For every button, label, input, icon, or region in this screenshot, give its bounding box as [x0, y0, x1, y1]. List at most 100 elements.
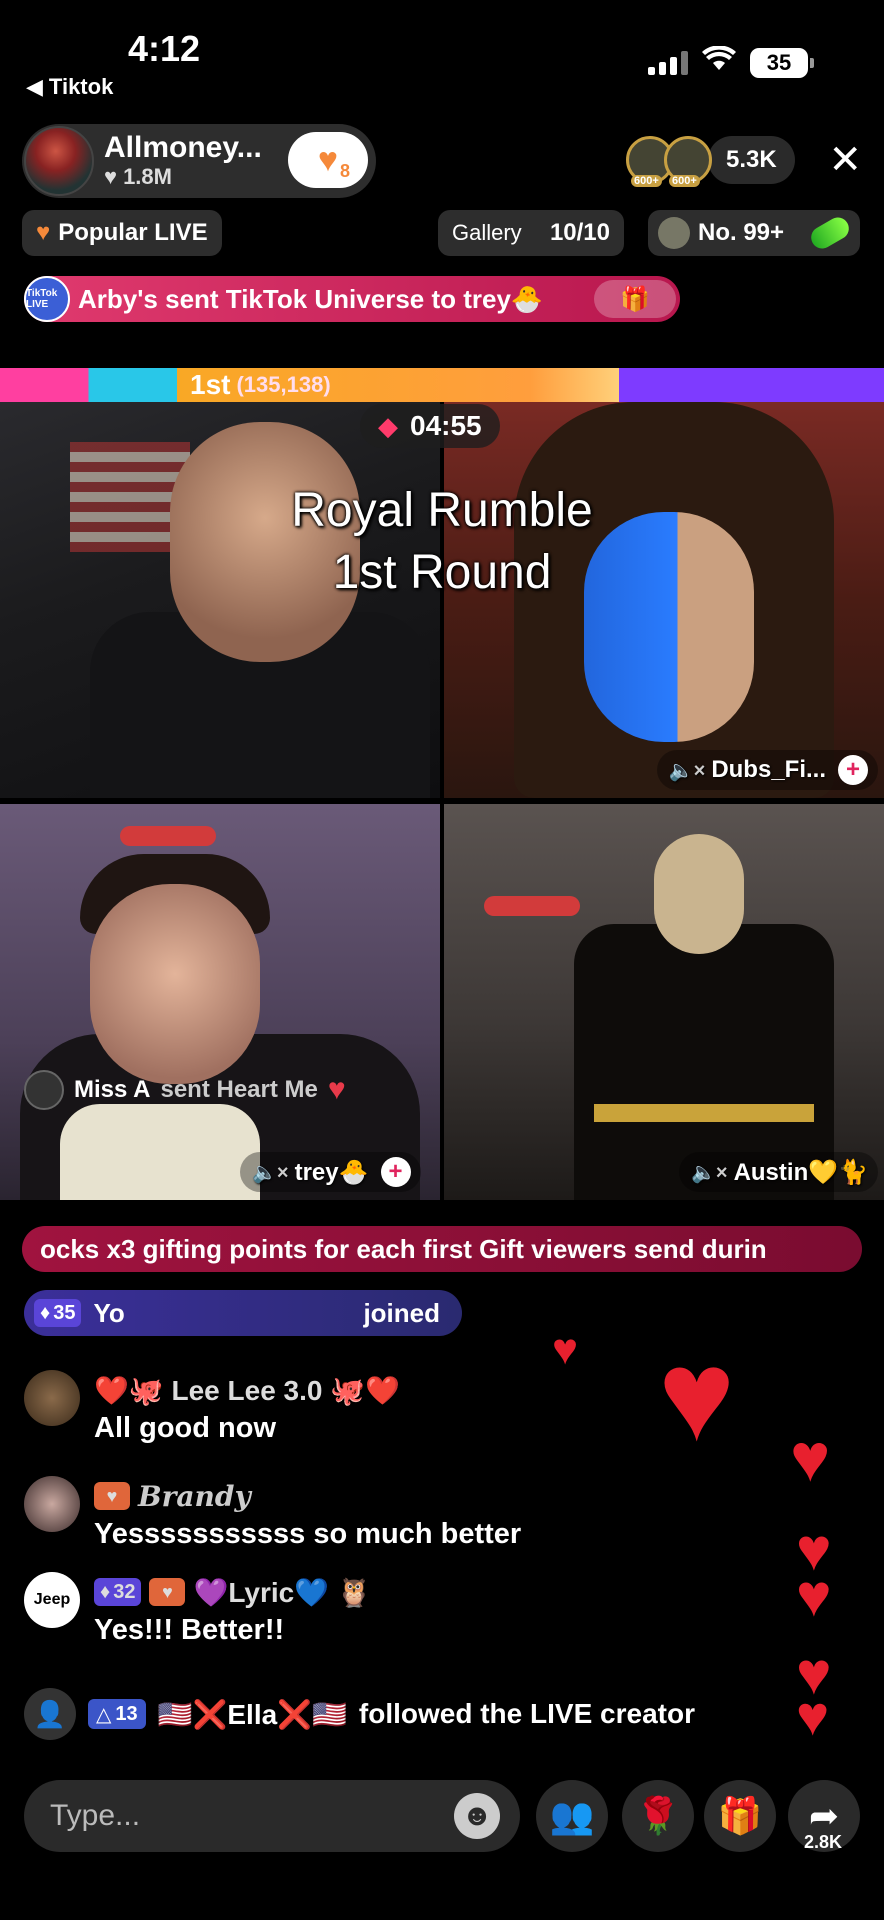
- gift-toast-action: sent Heart Me: [160, 1076, 318, 1103]
- timer-value: 04:55: [410, 410, 482, 441]
- level-number: 13: [115, 1702, 138, 1725]
- chat-message[interactable]: ♥ Brandy Yesssssssssss so much better: [24, 1476, 521, 1551]
- follow-event: 👤 △ 13 🇺🇸❌Ella❌🇺🇸 followed the LIVE creat…: [24, 1688, 695, 1740]
- cellular-signal-icon: [648, 50, 688, 75]
- gem-icon: [807, 213, 853, 253]
- gift-toast: Miss A sent Heart Me ♥: [24, 1068, 346, 1112]
- heart-gift-icon: ♥: [327, 1073, 346, 1106]
- chat-text: All good now: [94, 1412, 277, 1444]
- level-number: 35: [53, 1301, 76, 1324]
- follow-user-icon: 👤: [24, 1688, 76, 1740]
- back-arrow-icon: ◀: [26, 74, 43, 99]
- host-avatar[interactable]: [24, 126, 94, 196]
- fan-club-sticker: [484, 896, 580, 916]
- tiktok-live-icon: TikTok LIVE: [24, 276, 70, 322]
- close-icon[interactable]: ✕: [828, 140, 862, 180]
- joined-action: joined: [363, 1297, 440, 1328]
- status-time: 4:12: [128, 28, 201, 69]
- fan-club-button[interactable]: ♥ 8: [288, 132, 368, 188]
- participant-label[interactable]: 🔈× trey🐣 +: [240, 1152, 421, 1192]
- emoji-icon[interactable]: ☻: [454, 1793, 500, 1839]
- popular-live-tag[interactable]: ♥ Popular LIVE: [22, 210, 222, 256]
- floating-heart-icon: ♥: [796, 1562, 832, 1629]
- popular-live-label: Popular LIVE: [58, 219, 208, 246]
- comment-placeholder: Type...: [50, 1799, 141, 1832]
- rank-avatar: [658, 217, 690, 249]
- chat-text: Yes!!! Better!!: [94, 1614, 285, 1646]
- viewer-badge: 600+: [631, 175, 662, 187]
- floating-heart-icon: ♥: [658, 1322, 736, 1468]
- gallery-button[interactable]: Gallery 10/10: [438, 210, 624, 256]
- chat-username[interactable]: ❤️🐙 Lee Lee 3.0 🐙❤️: [94, 1370, 400, 1410]
- floating-heart-icon: ♥: [796, 1684, 830, 1747]
- chat-name-line: ♥ Brandy: [94, 1476, 521, 1516]
- battle-title: Royal Rumble 1st Round: [0, 480, 884, 604]
- fan-badge-icon: ♥: [149, 1578, 186, 1606]
- rose-icon[interactable]: 🌹: [622, 1780, 694, 1852]
- gift-banner[interactable]: TikTok LIVE Arby's sent TikTok Universe …: [24, 276, 680, 322]
- fan-club-sticker: [120, 826, 216, 846]
- battery-icon: 35: [750, 47, 814, 78]
- wifi-icon: [702, 45, 736, 79]
- gift-icon[interactable]: 🎁: [704, 1780, 776, 1852]
- battle-timer: ◆ 04:55: [360, 404, 500, 448]
- multi-guest-icon[interactable]: 👥: [536, 1780, 608, 1852]
- video-shirt: [60, 1104, 260, 1200]
- follow-action: followed the LIVE creator: [358, 1698, 695, 1729]
- follow-username[interactable]: 🇺🇸❌Ella❌🇺🇸: [158, 1698, 347, 1731]
- diamond-icon: ♦: [40, 1301, 51, 1324]
- video-tile-trey[interactable]: 🔈× trey🐣 +: [0, 804, 440, 1200]
- mute-icon: 🔈×: [668, 759, 706, 782]
- chat-name-line: ♦ 32 ♥ 💜Lyric💙 🦉: [94, 1572, 372, 1612]
- heart-icon: ♥: [104, 164, 118, 189]
- chat-username[interactable]: 💜Lyric💙 🦉: [193, 1576, 371, 1609]
- mute-icon: 🔈×: [690, 1161, 728, 1184]
- video-tile-austin[interactable]: 🔈× Austin💛🐈: [444, 804, 884, 1200]
- top-viewer-avatar[interactable]: 600+: [664, 136, 712, 187]
- avatar[interactable]: [24, 1370, 80, 1426]
- avatar[interactable]: [24, 1476, 80, 1532]
- diamond-icon: ♦: [100, 1580, 111, 1603]
- gallery-label: Gallery: [452, 220, 522, 245]
- promo-ticker[interactable]: ocks x3 gifting points for each first Gi…: [22, 1226, 862, 1272]
- level-badge: ♦ 35: [34, 1299, 82, 1327]
- avatar[interactable]: Jeep: [24, 1572, 80, 1628]
- chat-username[interactable]: Brandy: [138, 1480, 251, 1513]
- participant-name: trey🐣: [294, 1158, 369, 1186]
- comment-input[interactable]: Type... ☻: [24, 1780, 520, 1852]
- participant-name: Dubs_Fi...: [711, 756, 826, 783]
- rank-label: No. 99+: [698, 219, 785, 246]
- plus-icon[interactable]: +: [838, 755, 868, 785]
- level-number: 32: [113, 1580, 136, 1603]
- gift-toast-user: Miss A: [74, 1076, 151, 1103]
- battle-rank-label: 1st: [190, 369, 231, 400]
- heart-icon: ♥: [36, 219, 51, 246]
- avatar: [24, 1070, 64, 1110]
- share-count: 2.8K: [804, 1832, 843, 1852]
- gift-icon[interactable]: 🎁: [594, 280, 676, 318]
- chat-message[interactable]: Jeep ♦ 32 ♥ 💜Lyric💙 🦉 Yes!!! Better!!: [24, 1572, 372, 1647]
- host-name: Allmoney...: [104, 131, 262, 164]
- top-viewers[interactable]: 600+ 600+ 5.3K: [626, 136, 795, 187]
- plus-icon[interactable]: +: [380, 1157, 411, 1187]
- battle-points: (135,138): [236, 372, 331, 397]
- viewer-count[interactable]: 5.3K: [708, 136, 795, 184]
- battle-title-line1: Royal Rumble: [291, 484, 593, 537]
- fan-heart-icon: ♥: [317, 140, 339, 179]
- chat-message[interactable]: ❤️🐙 Lee Lee 3.0 🐙❤️ All good now: [24, 1370, 400, 1445]
- back-app-label: Tiktok: [48, 74, 114, 99]
- host-likes-count: 1.8M: [123, 164, 172, 189]
- back-to-app-link[interactable]: ◀ Tiktok: [26, 74, 113, 100]
- participant-label[interactable]: 🔈× Austin💛🐈: [678, 1152, 878, 1192]
- fan-level: 8: [339, 161, 350, 181]
- level-badge: ♦ 32: [94, 1578, 142, 1606]
- floating-heart-icon: ♥: [552, 1325, 579, 1374]
- floating-heart-icon: ♥: [790, 1420, 831, 1496]
- video-face: [90, 884, 260, 1084]
- host-profile-pill[interactable]: Allmoney... ♥ 1.8M ♥ 8: [22, 124, 376, 198]
- rank-button[interactable]: No. 99+: [648, 210, 860, 256]
- participant-label[interactable]: 🔈× Dubs_Fi... +: [656, 750, 878, 790]
- participant-name: Austin💛🐈: [733, 1158, 868, 1186]
- gift-banner-text: Arby's sent TikTok Universe to trey🐣: [78, 283, 544, 314]
- gallery-count: 10/10: [549, 219, 610, 246]
